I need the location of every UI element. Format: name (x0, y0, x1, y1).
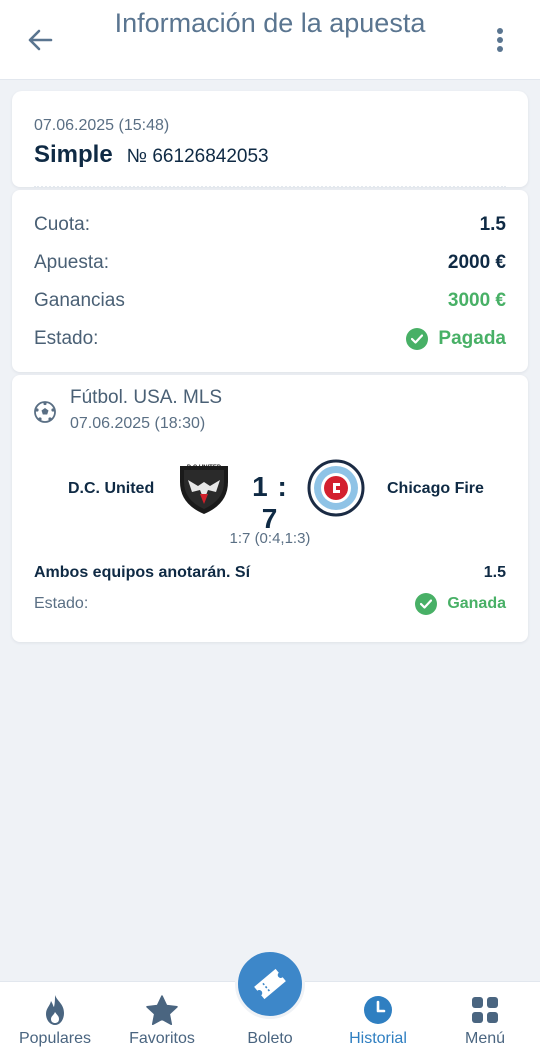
divider (34, 186, 506, 188)
odds-row: Cuota: 1.5 (34, 210, 506, 240)
page-title: Información de la apuesta (114, 8, 426, 38)
star-icon (146, 995, 178, 1025)
odds-value: 1.5 (479, 214, 506, 235)
nav-item-historial[interactable]: Historial (324, 982, 432, 1061)
nav-label: Historial (349, 1030, 407, 1047)
nav-label: Boleto (247, 1030, 293, 1047)
bet-details-card: Cuota: 1.5 Apuesta: 2000 € Ganancias 300… (12, 190, 528, 372)
market-name: Ambos equipos anotarán. Sí (34, 564, 251, 581)
event-status-row: Estado: Ganada (34, 593, 506, 615)
stake-label: Apuesta: (34, 252, 109, 273)
bet-summary-card: 07.06.2025 (15:48) Simple № 66126842053 (12, 91, 528, 188)
flame-icon (46, 995, 64, 1025)
ticket-icon (254, 968, 286, 1000)
bet-datetime: 07.06.2025 (15:48) (34, 117, 170, 134)
grid-icon (472, 997, 498, 1023)
score-detail: 1:7 (0:4,1:3) (229, 530, 311, 547)
more-options-button[interactable] (482, 22, 518, 58)
odds-label: Cuota: (34, 214, 90, 235)
event-card[interactable]: Fútbol. USA. MLS 07.06.2025 (18:30) D.C.… (12, 375, 528, 642)
arrow-left-icon (28, 29, 53, 51)
stake-value: 2000 € (447, 252, 506, 273)
nav-item-favoritos[interactable]: Favoritos (108, 982, 216, 1061)
more-vertical-icon (497, 28, 503, 52)
stake-row: Apuesta: 2000 € (34, 248, 506, 278)
winnings-value: 3000 € (447, 290, 506, 311)
clock-icon (364, 996, 392, 1024)
app-header: Información de la apuesta (0, 0, 540, 80)
nav-label: Menú (464, 1030, 506, 1047)
event-datetime: 07.06.2025 (18:30) (70, 415, 206, 432)
nav-item-populares[interactable]: Populares (1, 982, 109, 1061)
status-row: Estado: Pagada (34, 324, 506, 354)
bet-number: № 66126842053 (126, 146, 269, 167)
check-circle-icon (415, 593, 438, 615)
league-name: Fútbol. USA. MLS (70, 387, 223, 408)
nav-label: Populares (18, 1030, 92, 1047)
league-info: Fútbol. USA. MLS 07.06.2025 (18:30) (34, 387, 222, 433)
market-row: Ambos equipos anotarán. Sí 1.5 (34, 564, 506, 582)
back-button[interactable] (22, 22, 58, 58)
bet-type: Simple (34, 141, 113, 168)
check-circle-icon (406, 328, 429, 350)
nav-item-menu[interactable]: Menú (431, 982, 539, 1061)
soccer-ball-icon (34, 401, 56, 423)
dc-united-logo: D.C.UNITED (180, 465, 228, 514)
winnings-label: Ganancias (34, 290, 125, 311)
match-score: 1 : 7 (252, 471, 288, 534)
status-label: Estado: (34, 328, 99, 349)
dc-united-logo-text: D.C.UNITED (187, 465, 222, 471)
bet-type-line: Simple № 66126842053 (34, 141, 269, 169)
nav-label: Favoritos (129, 1030, 195, 1047)
status-badge: Pagada (406, 328, 506, 350)
chicago-fire-logo (307, 459, 365, 517)
event-status-label: Estado: (34, 595, 89, 612)
winnings-row: Ganancias 3000 € (34, 286, 506, 316)
event-status-value: Ganada (447, 595, 506, 612)
market-odds: 1.5 (483, 564, 506, 581)
status-value: Pagada (438, 328, 506, 349)
event-status-badge: Ganada (415, 593, 506, 615)
away-team-name: Chicago Fire (387, 480, 484, 497)
home-team-name: D.C. United (68, 480, 155, 497)
bet-slip-button[interactable] (235, 949, 305, 1019)
